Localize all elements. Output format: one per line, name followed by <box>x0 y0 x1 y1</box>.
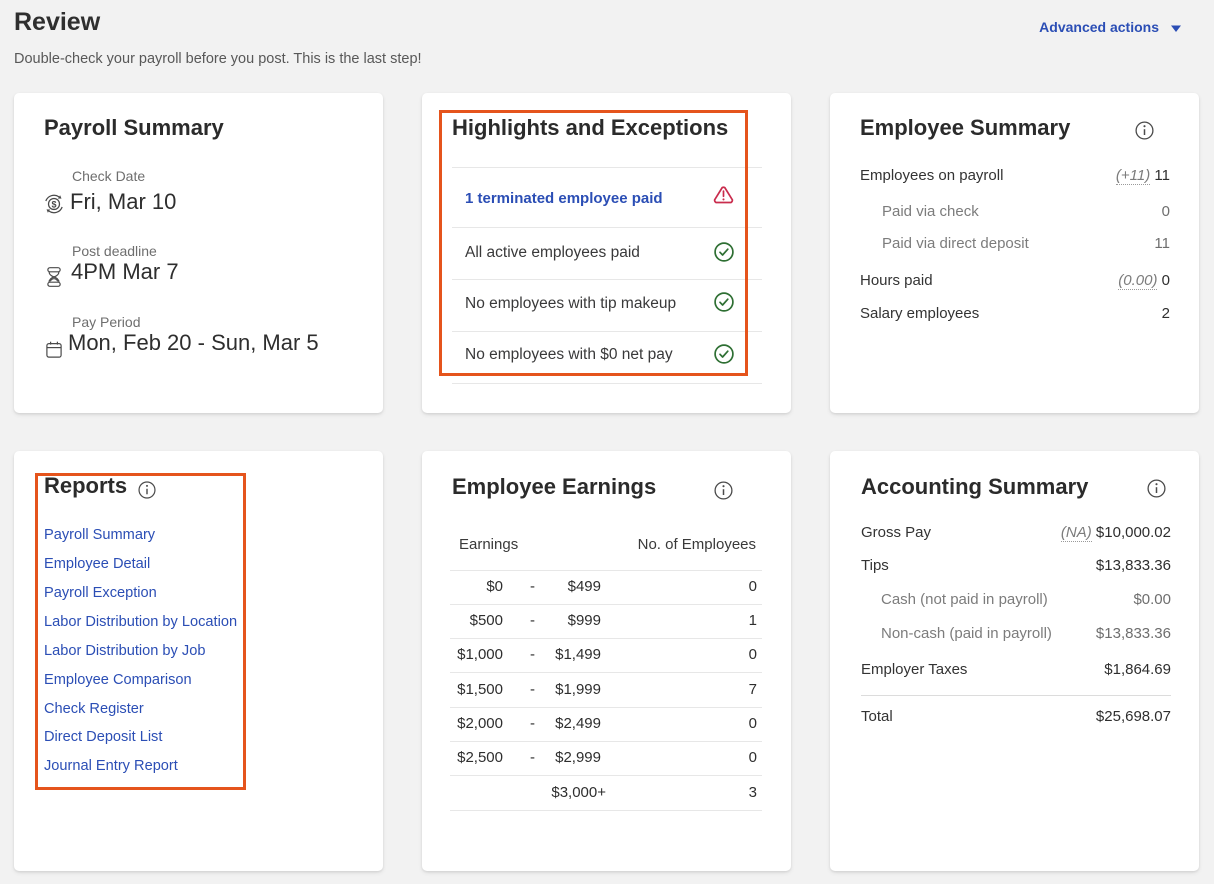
svg-text:$: $ <box>51 199 56 209</box>
